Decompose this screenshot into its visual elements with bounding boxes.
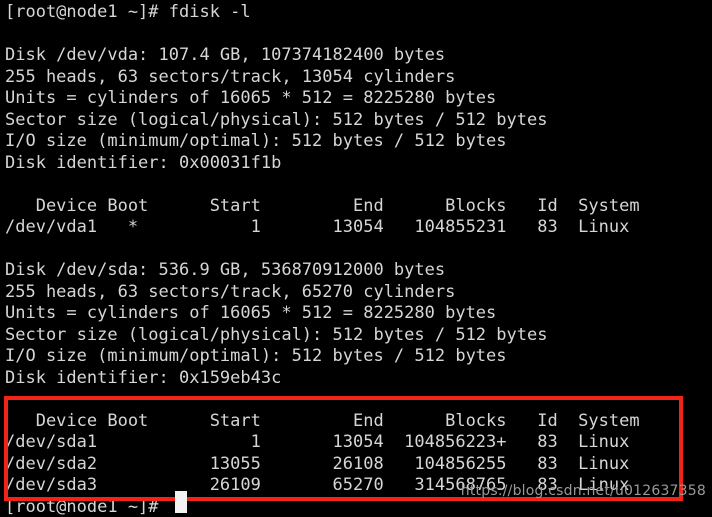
watermark-text: https://blog.csdn.net/u012637358 xyxy=(460,483,706,499)
terminal-window[interactable]: [root@node1 ~]# fdisk -l Disk /dev/vda: … xyxy=(0,0,712,517)
terminal-cursor xyxy=(175,491,187,513)
terminal-output: [root@node1 ~]# fdisk -l Disk /dev/vda: … xyxy=(5,2,640,517)
